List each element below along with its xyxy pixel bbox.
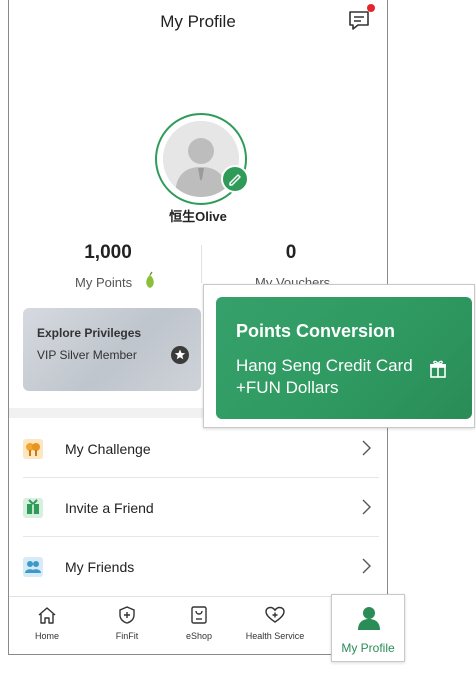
eshop-icon <box>191 606 207 624</box>
star-icon <box>171 346 189 364</box>
points-conversion-callout: Points Conversion Hang Seng Credit Card … <box>203 284 475 428</box>
vouchers-value[interactable]: 0 <box>271 242 311 264</box>
list-item-invite-a-friend[interactable]: Invite a Friend <box>9 478 387 537</box>
tab-label: Health Service <box>245 631 305 641</box>
chevron-right-icon <box>362 499 371 515</box>
health-icon <box>265 606 285 623</box>
avatar[interactable] <box>155 113 249 205</box>
member-tier: VIP Silver Member <box>37 348 137 362</box>
challenge-icon <box>23 439 43 459</box>
pencil-icon <box>229 174 241 186</box>
tab-home[interactable]: Home <box>17 597 77 654</box>
page-title: My Profile <box>160 12 236 31</box>
stats-divider <box>201 245 202 283</box>
tab-eshop[interactable]: eShop <box>169 597 229 654</box>
profile-icon <box>358 607 380 630</box>
gift-icon <box>430 360 446 378</box>
username: 恒生Olive <box>169 209 227 224</box>
edit-avatar-button[interactable] <box>221 165 249 193</box>
leaf-icon <box>146 271 154 288</box>
tab-label: eShop <box>185 631 213 641</box>
points-value[interactable]: 1,000 <box>73 242 143 264</box>
tab-finfit[interactable]: FinFit <box>97 597 157 654</box>
points-label[interactable]: My Points <box>75 275 132 290</box>
friends-icon <box>23 557 43 577</box>
chevron-right-icon <box>362 558 371 574</box>
points-conversion-card[interactable]: Points Conversion Hang Seng Credit Card … <box>216 297 472 419</box>
tab-health-service[interactable]: Health Service <box>235 597 315 654</box>
points-conversion-title: Points Conversion <box>236 321 396 341</box>
tab-label: Home <box>34 631 59 641</box>
privileges-title: Explore Privileges <box>37 326 142 340</box>
tab-label: My Profile <box>341 641 395 655</box>
tab-label: FinFit <box>115 631 139 641</box>
notification-dot <box>367 4 375 12</box>
finfit-icon <box>119 606 135 624</box>
points-conversion-description: Hang Seng Credit Card +FUN Dollars <box>236 356 413 397</box>
list-item-my-friends[interactable]: My Friends <box>9 537 387 596</box>
chevron-right-icon <box>362 440 371 456</box>
home-icon <box>38 607 56 624</box>
invite-icon <box>23 498 43 518</box>
explore-privileges-card[interactable]: Explore Privileges VIP Silver Member <box>23 308 201 391</box>
list-item-label: Invite a Friend <box>65 500 154 516</box>
list-item-label: My Challenge <box>65 441 151 457</box>
tab-my-profile[interactable]: My Profile <box>331 594 405 662</box>
list-item-label: My Friends <box>65 559 135 575</box>
